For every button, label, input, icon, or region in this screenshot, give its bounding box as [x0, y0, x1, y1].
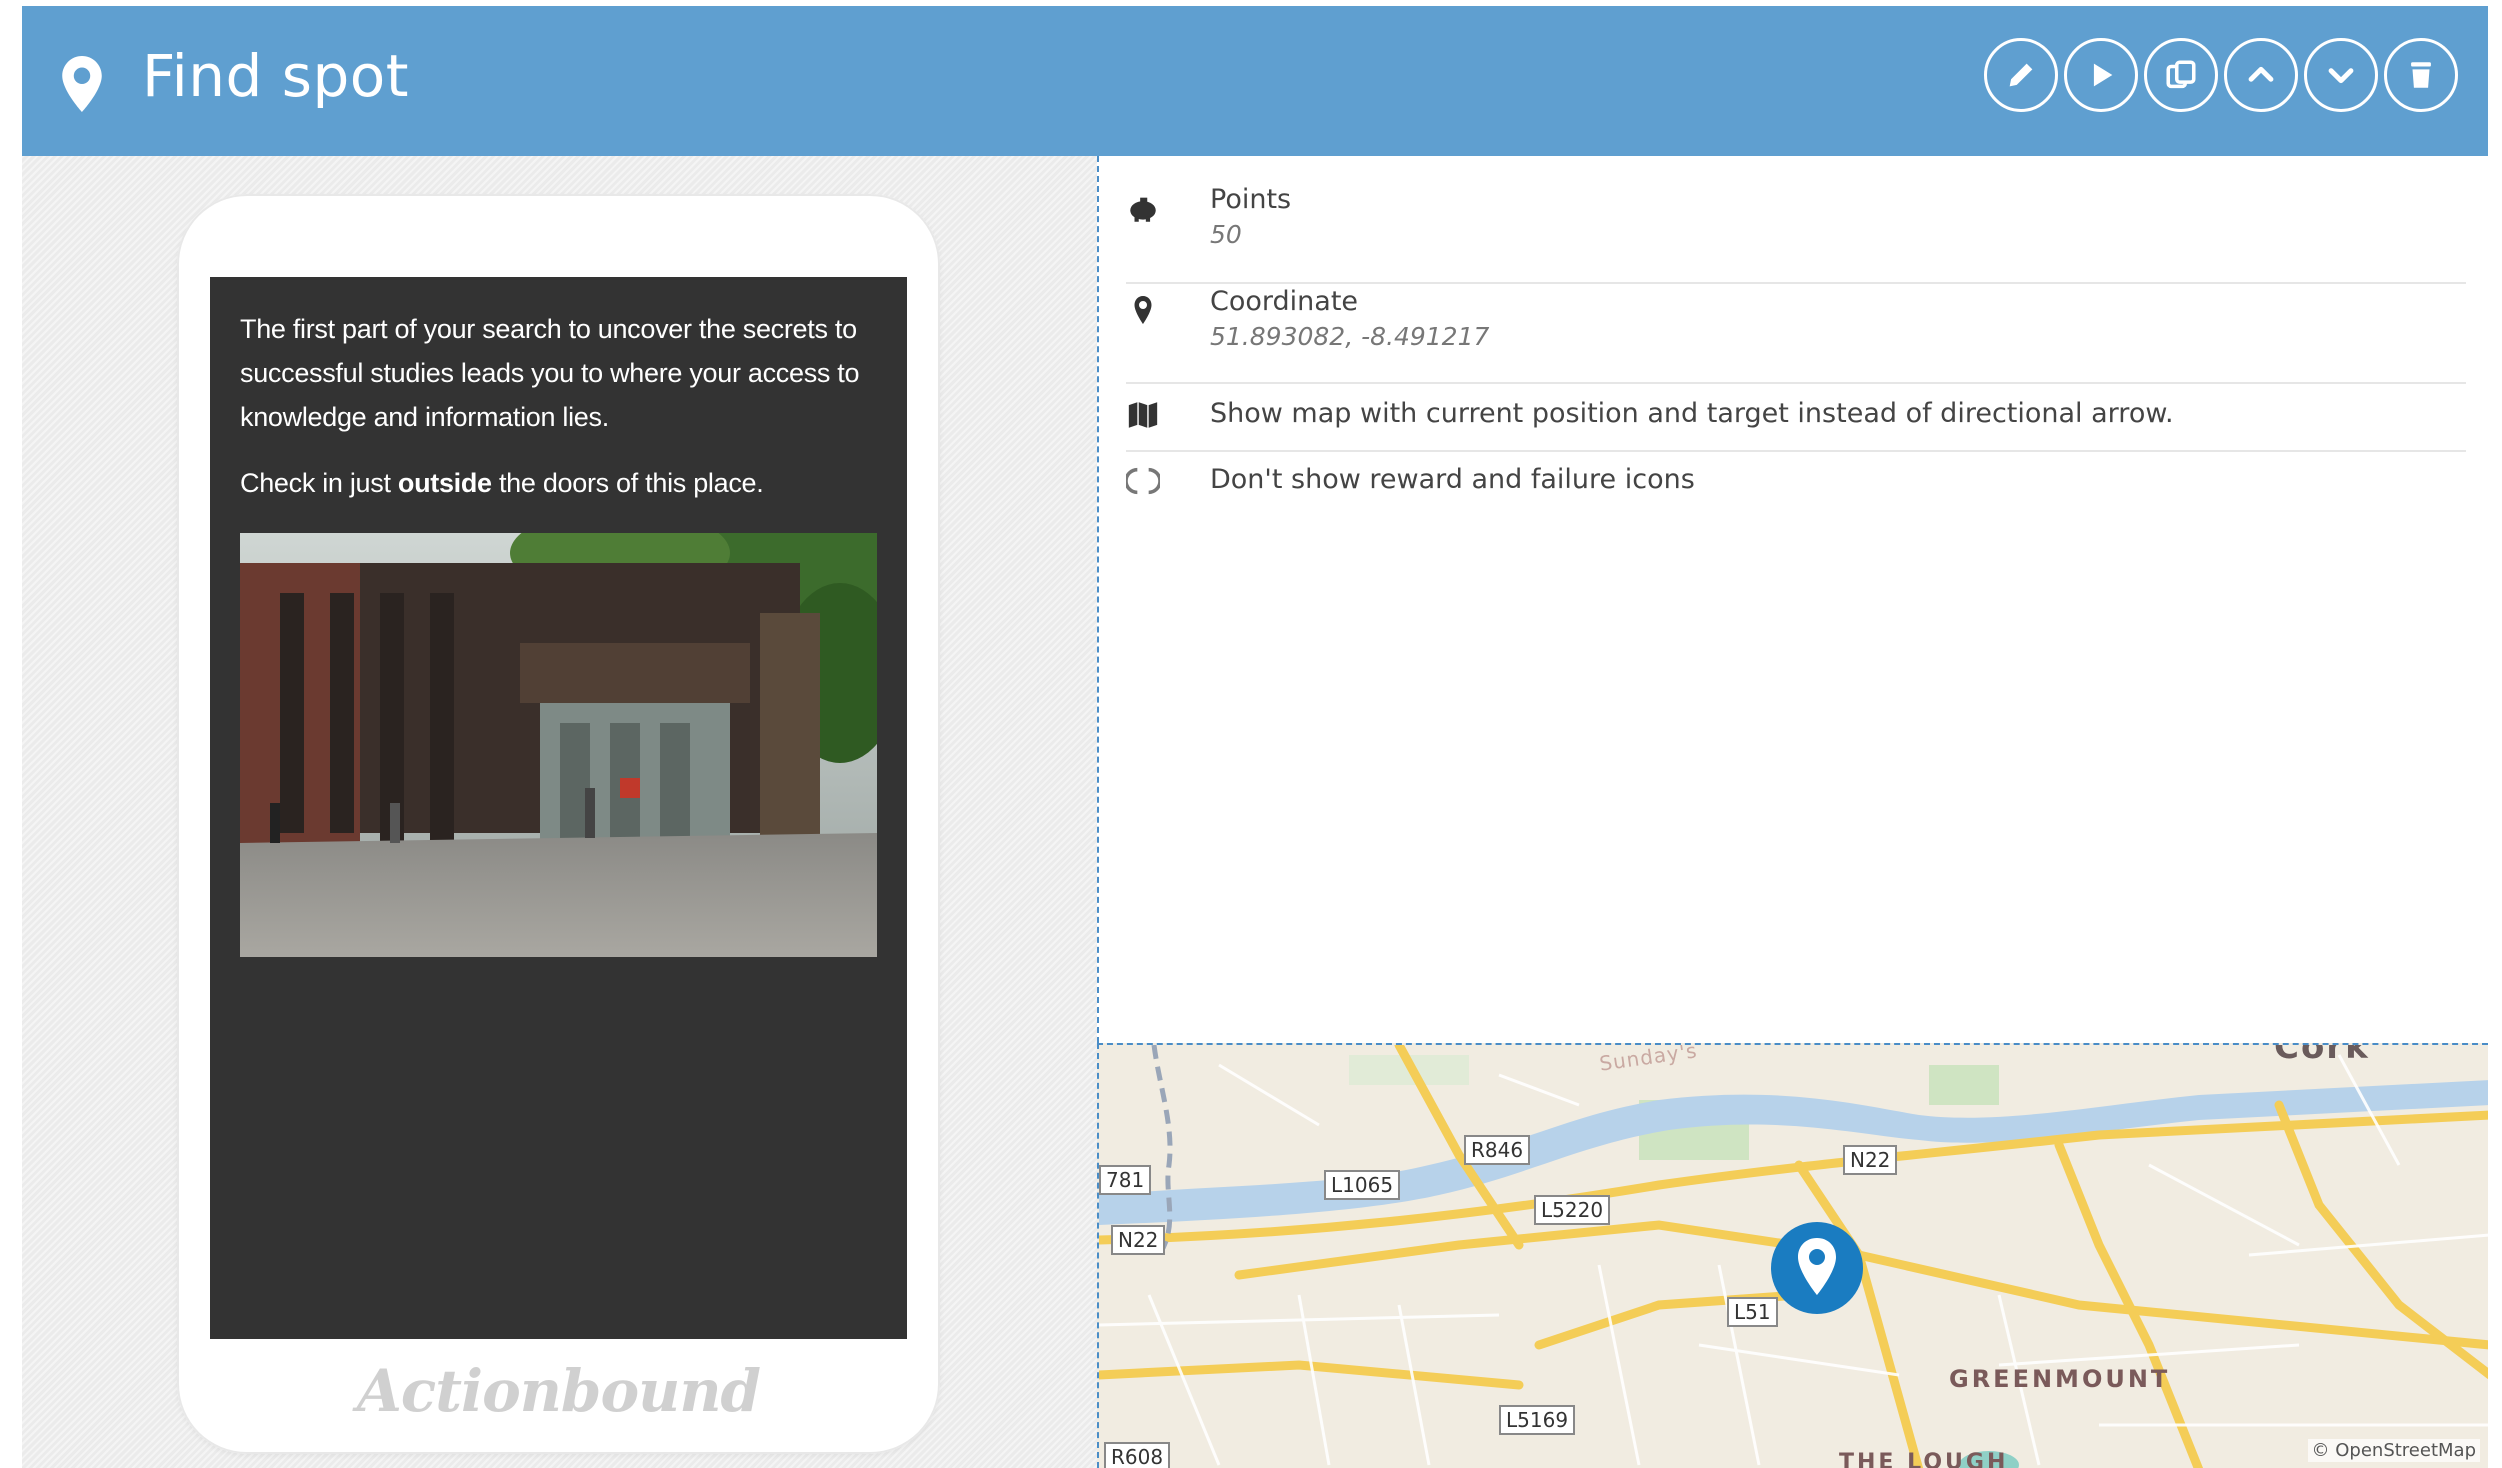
map-attribution[interactable]: © OpenStreetMap [2307, 1439, 2480, 1462]
road-label: N22 [1111, 1225, 1166, 1255]
toggle-off-icon [1126, 467, 1160, 495]
location-pin-icon [62, 56, 102, 112]
map-option-row[interactable]: Show map with current position and targe… [1126, 384, 2466, 452]
properties-panel: Points 50 Coordinate 51.893082, -8.49121… [1097, 156, 2488, 1043]
icons-option-row[interactable]: Don't show reward and failure icons [1126, 452, 2466, 508]
element-header: Find spot [22, 6, 2488, 156]
place-label: Cork [2274, 1043, 2370, 1067]
piggy-bank-icon [1130, 197, 1156, 222]
play-icon [2093, 63, 2113, 87]
copy-icon [2166, 60, 2196, 89]
road-label: N22 [1843, 1145, 1898, 1175]
road-label: R846 [1464, 1135, 1531, 1165]
chevron-up-icon [2248, 66, 2274, 82]
place-label: THE LOUGH [1839, 1450, 2009, 1468]
coordinate-label: Coordinate [1210, 286, 1359, 317]
road-label: L5169 [1499, 1405, 1576, 1435]
phone-mockup: The first part of your search to uncover… [177, 194, 940, 1454]
element-title: Find spot [142, 42, 410, 110]
map-option-label: Show map with current position and targe… [1210, 398, 2174, 429]
duplicate-button[interactable] [2144, 38, 2218, 112]
points-value: 50 [1210, 220, 1242, 249]
phone-screen: The first part of your search to uncover… [210, 277, 907, 1339]
move-up-button[interactable] [2224, 38, 2298, 112]
pencil-icon [2009, 63, 2033, 87]
road-label: R608 [1104, 1442, 1171, 1468]
location-map[interactable]: 781 R846 L1065 L5220 N22 N22 L51 L5169 R… [1097, 1043, 2488, 1468]
instruction-text: The first part of your search to uncover… [240, 314, 860, 432]
instruction-text-2: Check in just outside the doors of this … [240, 468, 764, 498]
map-marker-icon[interactable] [1769, 1220, 1865, 1316]
brand-logo: Actionbound [356, 1357, 761, 1425]
points-row[interactable]: Points 50 [1126, 184, 2466, 284]
map-icon [1128, 402, 1158, 428]
preview-panel: The first part of your search to uncover… [22, 156, 1097, 1468]
app-frame: Find spot The first part of your search … [22, 6, 2488, 1468]
location-pin-icon [1134, 296, 1152, 324]
road-label: 781 [1099, 1165, 1152, 1195]
play-button[interactable] [2064, 38, 2138, 112]
chevron-down-icon [2328, 68, 2354, 84]
place-label: GREENMOUNT [1949, 1365, 2171, 1393]
road-label: L1065 [1324, 1170, 1401, 1200]
edit-button[interactable] [1984, 38, 2058, 112]
toolbar [1984, 38, 2458, 112]
emphasis-text: outside [397, 468, 492, 498]
move-down-button[interactable] [2304, 38, 2378, 112]
coordinate-value: 51.893082, -8.491217 [1210, 322, 1490, 351]
points-label: Points [1210, 184, 1292, 215]
road-label: L5220 [1534, 1195, 1611, 1225]
trash-icon [2411, 62, 2431, 88]
coordinate-row[interactable]: Coordinate 51.893082, -8.491217 [1126, 284, 2466, 384]
icons-option-label: Don't show reward and failure icons [1210, 464, 1695, 495]
building-photo [240, 533, 877, 957]
delete-button[interactable] [2384, 38, 2458, 112]
